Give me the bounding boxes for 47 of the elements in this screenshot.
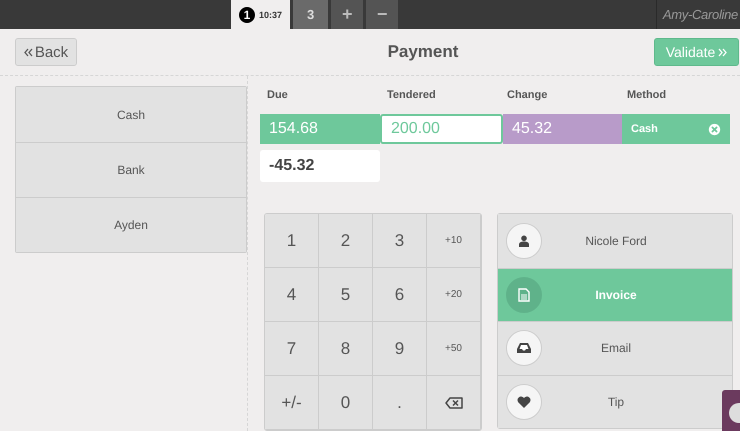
document-icon [518, 288, 530, 302]
due-amount: 154.68 [260, 114, 380, 144]
screen-title: Payment [388, 42, 458, 62]
inbox-icon [517, 342, 531, 354]
numpad-key[interactable]: 6 [373, 268, 427, 322]
numpad-key[interactable]: +10 [427, 214, 481, 268]
numpad-key[interactable]: 8 [319, 322, 373, 376]
order-tab[interactable]: 3 [293, 0, 328, 29]
order-tab-label: 3 [306, 7, 316, 22]
numpad-key[interactable]: +20 [427, 268, 481, 322]
payment-method-button[interactable]: Cash [16, 87, 246, 142]
order-tab-label: 10:37 [259, 10, 282, 20]
payment-method-button[interactable]: Ayden [16, 197, 246, 252]
payment-option-button[interactable]: Email [498, 321, 732, 374]
column-header: Change [507, 89, 548, 101]
double-chevron-left-icon [24, 48, 33, 56]
numpad-key[interactable]: 0 [319, 376, 373, 430]
change-amount: 45.32 [503, 114, 622, 144]
numpad-key[interactable]: 7 [265, 322, 319, 376]
remove-order-button[interactable]: − [366, 0, 398, 29]
order-tab[interactable]: 1 10:37 [231, 0, 290, 29]
payment-method-button[interactable]: Bank [16, 142, 246, 197]
payment-option-button[interactable]: Nicole Ford [498, 214, 732, 268]
add-order-button[interactable]: + [331, 0, 364, 29]
payment-option-button[interactable]: Tip [498, 374, 732, 428]
numpad-key[interactable]: +50 [427, 322, 481, 376]
numpad-key[interactable]: +/- [265, 376, 319, 430]
column-header: Method [627, 89, 668, 101]
user-name[interactable]: Amy-Caroline [656, 0, 740, 29]
heart-icon [517, 396, 531, 408]
backspace-icon [444, 396, 462, 408]
back-button[interactable]: Back [15, 38, 77, 66]
numpad-key[interactable]: 5 [319, 268, 373, 322]
numpad-key[interactable]: . [373, 376, 427, 430]
person-icon [518, 234, 530, 247]
numpad-key[interactable]: 3 [373, 214, 427, 268]
double-chevron-right-icon [718, 48, 728, 56]
column-header: Tendered [387, 89, 437, 101]
numpad-key[interactable]: 2 [319, 214, 373, 268]
order-number-badge: 1 [239, 6, 255, 22]
numpad-key[interactable]: 1 [265, 214, 319, 268]
numpad-key[interactable]: 9 [373, 322, 427, 376]
numpad-key[interactable]: 4 [265, 268, 319, 322]
column-header: Due [267, 89, 289, 101]
method-name: Cash [631, 123, 658, 135]
remaining-amount: -45.32 [260, 150, 380, 182]
backspace-key[interactable] [427, 376, 481, 430]
